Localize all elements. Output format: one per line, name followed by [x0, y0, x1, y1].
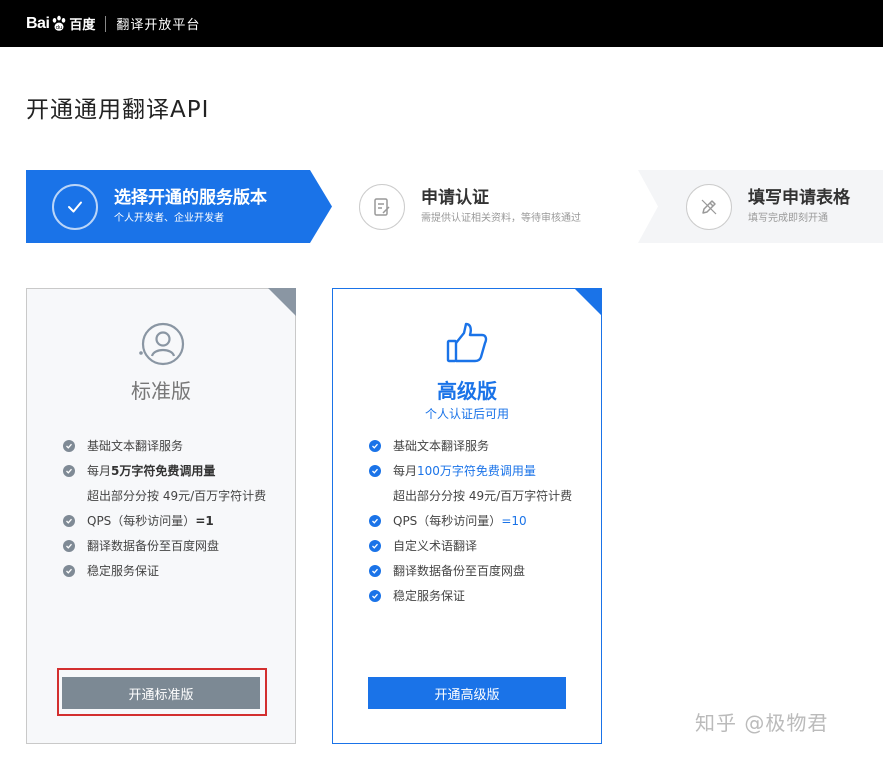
pencil-icon [701, 199, 717, 214]
logo-text-bai: Bai [26, 14, 50, 32]
list-item: 超出部分分按 49元/百万字符计费 [87, 489, 267, 503]
quota-highlight: 100万字符免费调用量 [417, 464, 536, 478]
user-icon [139, 322, 185, 366]
check-circle-icon [63, 440, 75, 452]
list-item: 自定义术语翻译 [369, 537, 579, 555]
plan-card-standard: 标准版 基础文本翻译服务 每月5万字符免费调用量 超出部分分按 49元/百万字符… [26, 288, 296, 744]
check-circle-icon [369, 465, 381, 477]
check-circle-icon [63, 540, 75, 552]
list-item: QPS（每秒访问量）=10 [369, 512, 579, 530]
activate-advanced-button[interactable]: 开通高级版 [368, 677, 566, 709]
check-circle-icon [63, 515, 75, 527]
step-circle [52, 183, 98, 230]
step-title: 申请认证 [421, 187, 489, 208]
quota-highlight: 5万字符免费调用量 [111, 464, 216, 478]
check-circle-icon [369, 515, 381, 527]
step-select-version: 选择开通的服务版本 个人开发者、企业开发者 [52, 170, 267, 243]
step-progress: 选择开通的服务版本 个人开发者、企业开发者 申请认证 需提供认证相关资料，等待审… [26, 170, 883, 243]
logo-divider [105, 15, 107, 32]
check-circle-icon [369, 540, 381, 552]
activate-standard-button[interactable]: 开通标准版 [62, 677, 260, 709]
list-item: 基础文本翻译服务 [369, 437, 579, 455]
check-circle-icon [369, 565, 381, 577]
list-item: 超出部分分按 49元/百万字符计费 [393, 489, 573, 503]
list-item: 翻译数据备份至百度网盘 [63, 537, 273, 555]
check-circle-icon [63, 565, 75, 577]
platform-name: 翻译开放平台 [116, 18, 201, 33]
check-icon [68, 201, 82, 212]
plan-name: 高级版 [437, 379, 497, 403]
top-bar: Bai du 百度 翻译开放平台 [0, 0, 883, 47]
step-subtitle: 填写完成即刻开通 [748, 212, 828, 224]
step-application-form: 填写申请表格 填写完成即刻开通 [686, 170, 850, 243]
step-circle [359, 183, 405, 230]
logo-text-du: 百度 [69, 18, 96, 33]
step-subtitle: 个人开发者、企业开发者 [114, 212, 224, 224]
step-title: 填写申请表格 [748, 187, 850, 208]
check-circle-icon [63, 465, 75, 477]
feature-list: 基础文本翻译服务 每月100万字符免费调用量 超出部分分按 49元/百万字符计费… [369, 437, 579, 612]
card-corner [268, 288, 296, 316]
check-circle-icon [369, 590, 381, 602]
step-circle [686, 183, 732, 230]
step-subtitle: 需提供认证相关资料，等待审核通过 [421, 212, 581, 224]
list-item: QPS（每秒访问量）=1 [63, 512, 273, 530]
step-title: 选择开通的服务版本 [114, 187, 267, 208]
list-item: 稳定服务保证 [63, 562, 273, 580]
list-item: 每月5万字符免费调用量 [63, 462, 273, 480]
step-verification: 申请认证 需提供认证相关资料，等待审核通过 [359, 170, 581, 243]
document-edit-icon [374, 197, 390, 216]
page-title: 开通通用翻译API [26, 97, 210, 123]
feature-list: 基础文本翻译服务 每月5万字符免费调用量 超出部分分按 49元/百万字符计费 Q… [63, 437, 273, 587]
check-circle-icon [369, 440, 381, 452]
list-item: 每月100万字符免费调用量 [369, 462, 579, 480]
plan-note: 个人认证后可用 [424, 407, 509, 421]
qps-highlight: =10 [501, 514, 527, 528]
card-corner [574, 288, 602, 316]
thumbs-up-icon [446, 322, 488, 363]
list-item: 翻译数据备份至百度网盘 [369, 562, 579, 580]
svg-text:du: du [56, 24, 63, 30]
watermark: 知乎 @极物君 [695, 711, 829, 735]
paw-icon: du [53, 15, 66, 30]
plan-card-advanced: 高级版 个人认证后可用 基础文本翻译服务 每月100万字符免费调用量 超出部分分… [332, 288, 602, 744]
list-item: 稳定服务保证 [369, 587, 579, 605]
baidu-logo[interactable]: Bai du 百度 翻译开放平台 [26, 14, 201, 34]
qps-highlight: =1 [195, 514, 214, 528]
list-item: 基础文本翻译服务 [63, 437, 273, 455]
plan-name: 标准版 [131, 379, 191, 403]
